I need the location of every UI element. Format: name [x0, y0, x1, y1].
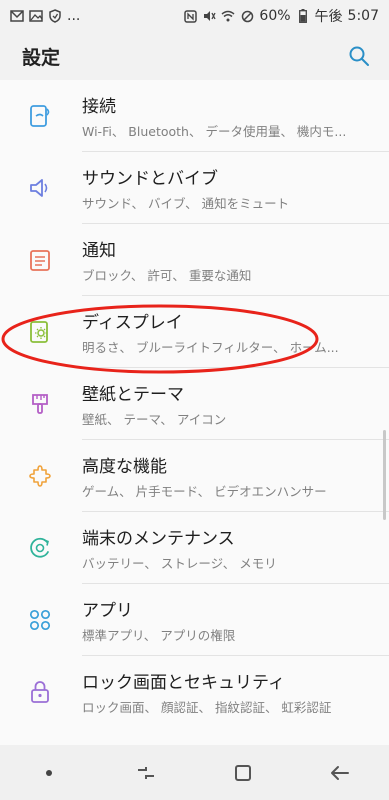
item-texts: 高度な機能 ゲーム、 片手モード、 ビデオエンハンサー — [82, 452, 377, 500]
settings-item-maintenance[interactable]: 端末のメンテナンス バッテリー、 ストレージ、 メモリ — [0, 512, 389, 584]
mute-icon — [202, 9, 217, 23]
settings-item-connections[interactable]: 接続 Wi-Fi、 Bluetooth、 データ使用量、 機内モ... — [0, 80, 389, 152]
settings-item-lock-security[interactable]: ロック画面とセキュリティ ロック画面、 顔認証、 指紋認証、 虹彩認証 — [0, 656, 389, 728]
item-title: 壁紙とテーマ — [82, 385, 184, 405]
status-left: ... — [10, 8, 80, 24]
item-subtitle: サウンド、 バイブ、 通知をミュート — [82, 196, 290, 211]
item-subtitle: ロック画面、 顔認証、 指紋認証、 虹彩認証 — [82, 700, 332, 715]
item-subtitle: バッテリー、 ストレージ、 メモリ — [82, 556, 277, 571]
item-subtitle: Wi-Fi、 Bluetooth、 データ使用量、 機内モ... — [82, 124, 347, 139]
settings-list: 接続 Wi-Fi、 Bluetooth、 データ使用量、 機内モ... サウンド… — [0, 80, 389, 745]
back-button[interactable] — [320, 753, 360, 793]
item-subtitle: ゲーム、 片手モード、 ビデオエンハンサー — [82, 484, 327, 499]
settings-item-sound[interactable]: サウンドとバイブ サウンド、 バイブ、 通知をミュート — [0, 152, 389, 224]
brush-icon — [26, 390, 54, 418]
time-clock: 5:07 — [347, 8, 379, 24]
item-subtitle: 明るさ、 ブルーライトフィルター、 ホーム... — [82, 340, 339, 355]
item-title: アプリ — [82, 601, 133, 621]
battery-icon — [296, 9, 310, 23]
item-texts: サウンドとバイブ サウンド、 バイブ、 通知をミュート — [82, 164, 377, 212]
scrollbar[interactable] — [383, 430, 386, 520]
image-icon — [29, 9, 43, 23]
wifi-icon — [221, 9, 235, 23]
status-bar: ... 60% 午後 5:07 — [0, 0, 389, 32]
item-subtitle: 壁紙、 テーマ、 アイコン — [82, 412, 227, 427]
recent-apps-icon — [137, 766, 154, 779]
notification-icon — [26, 246, 54, 274]
settings-item-notifications[interactable]: 通知 ブロック、 許可、 重要な通知 — [0, 224, 389, 296]
item-title: 通知 — [82, 241, 116, 261]
lock-icon — [26, 678, 54, 706]
item-title: 接続 — [82, 97, 116, 117]
apps-icon — [26, 606, 54, 634]
navigation-bar — [0, 745, 389, 800]
dot-icon — [45, 769, 52, 776]
item-title: ディスプレイ — [82, 313, 183, 333]
more-notifications: ... — [67, 8, 81, 24]
recent-apps-button[interactable] — [126, 753, 166, 793]
item-title: ロック画面とセキュリティ — [82, 673, 285, 693]
settings-item-display[interactable]: ディスプレイ 明るさ、 ブルーライトフィルター、 ホーム... — [0, 296, 389, 368]
item-texts: アプリ 標準アプリ、 アプリの権限 — [82, 596, 377, 644]
nfc-icon — [183, 9, 197, 23]
status-right: 60% 午後 5:07 — [183, 6, 379, 26]
speaker-icon — [26, 174, 54, 202]
item-texts: 端末のメンテナンス バッテリー、 ストレージ、 メモリ — [82, 524, 377, 572]
home-icon — [235, 764, 252, 781]
search-button[interactable] — [343, 40, 375, 72]
shield-icon — [48, 9, 62, 23]
display-icon — [26, 318, 54, 346]
maintenance-icon — [26, 534, 54, 562]
battery-percent: 60% — [259, 8, 291, 24]
settings-item-apps[interactable]: アプリ 標準アプリ、 アプリの権限 — [0, 584, 389, 656]
search-icon — [349, 46, 369, 66]
mail-icon — [10, 9, 24, 23]
connection-icon — [26, 102, 54, 130]
item-subtitle: ブロック、 許可、 重要な通知 — [82, 268, 252, 283]
settings-item-wallpaper[interactable]: 壁紙とテーマ 壁紙、 テーマ、 アイコン — [0, 368, 389, 440]
item-title: 高度な機能 — [82, 457, 167, 477]
item-title: 端末のメンテナンス — [82, 529, 235, 549]
back-icon — [331, 765, 350, 780]
nav-dot-button[interactable] — [29, 753, 69, 793]
time-ampm: 午後 — [314, 9, 343, 25]
item-title: サウンドとバイブ — [82, 169, 218, 189]
item-texts: 通知 ブロック、 許可、 重要な通知 — [82, 236, 377, 284]
page-title: 設定 — [22, 46, 61, 69]
item-texts: 接続 Wi-Fi、 Bluetooth、 データ使用量、 機内モ... — [82, 92, 377, 140]
home-button[interactable] — [223, 753, 263, 793]
item-texts: ロック画面とセキュリティ ロック画面、 顔認証、 指紋認証、 虹彩認証 — [82, 668, 377, 716]
puzzle-icon — [26, 462, 54, 490]
item-subtitle: 標準アプリ、 アプリの権限 — [82, 628, 236, 643]
app-header: 設定 — [0, 32, 389, 80]
item-texts: ディスプレイ 明るさ、 ブルーライトフィルター、 ホーム... — [82, 308, 377, 356]
item-texts: 壁紙とテーマ 壁紙、 テーマ、 アイコン — [82, 380, 377, 428]
settings-item-advanced[interactable]: 高度な機能 ゲーム、 片手モード、 ビデオエンハンサー — [0, 440, 389, 512]
no-signal-icon — [240, 9, 254, 23]
